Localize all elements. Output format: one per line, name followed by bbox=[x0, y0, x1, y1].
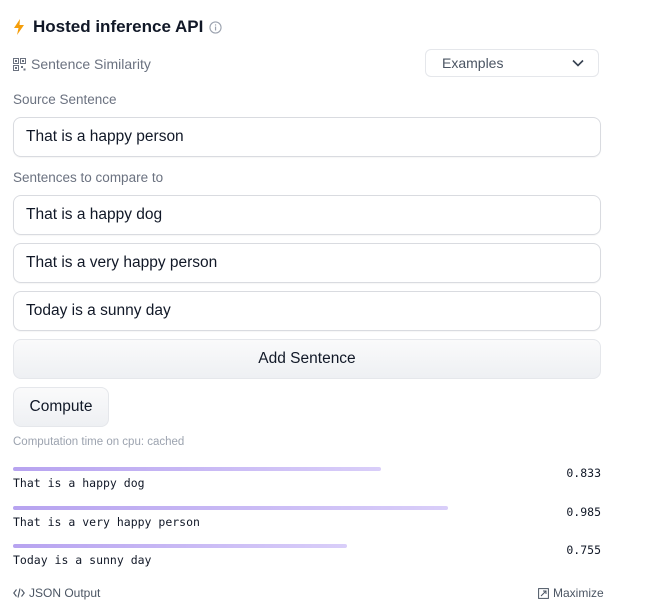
add-sentence-button[interactable]: Add Sentence bbox=[13, 339, 601, 379]
score-bar bbox=[13, 544, 347, 548]
maximize-button[interactable]: Maximize bbox=[538, 586, 604, 600]
result-score: 0.985 bbox=[566, 505, 601, 519]
compute-button[interactable]: Compute bbox=[13, 387, 109, 427]
score-bar bbox=[13, 506, 448, 510]
result-label: That is a happy dog bbox=[13, 476, 145, 490]
result-label: That is a very happy person bbox=[13, 515, 200, 529]
compare-sentence-input-1[interactable]: That is a happy dog bbox=[13, 195, 601, 235]
examples-label: Examples bbox=[442, 55, 504, 71]
result-score: 0.755 bbox=[566, 543, 601, 557]
result-row: That is a happy dog 0.833 bbox=[13, 464, 601, 500]
score-bar bbox=[13, 467, 381, 471]
compare-sentence-input-3[interactable]: Today is a sunny day bbox=[13, 291, 601, 331]
code-icon bbox=[13, 588, 25, 598]
json-output-label: JSON Output bbox=[29, 586, 101, 600]
maximize-label: Maximize bbox=[553, 586, 604, 600]
info-icon[interactable] bbox=[209, 20, 222, 34]
task-label: Sentence Similarity bbox=[31, 56, 151, 72]
result-label: Today is a sunny day bbox=[13, 553, 152, 567]
results-list: That is a happy dog 0.833 That is a very… bbox=[13, 464, 601, 574]
result-row: Today is a sunny day 0.755 bbox=[13, 541, 601, 577]
compare-sentence-value: That is a happy dog bbox=[26, 206, 163, 223]
compare-sentences-label: Sentences to compare to bbox=[13, 170, 164, 185]
widget-header: Hosted inference API bbox=[13, 15, 222, 39]
task-icon bbox=[13, 57, 26, 71]
source-sentence-value: That is a happy person bbox=[26, 128, 184, 145]
result-score: 0.833 bbox=[566, 466, 601, 480]
lightning-icon bbox=[14, 19, 24, 35]
compare-sentence-input-2[interactable]: That is a very happy person bbox=[13, 243, 601, 283]
compare-sentence-value: Today is a sunny day bbox=[26, 302, 171, 319]
computation-time: Computation time on cpu: cached bbox=[13, 436, 185, 448]
widget-title: Hosted inference API bbox=[33, 17, 204, 36]
json-output-link[interactable]: JSON Output bbox=[13, 586, 100, 600]
task-type: Sentence Similarity bbox=[13, 55, 151, 73]
source-sentence-label: Source Sentence bbox=[13, 92, 117, 107]
result-row: That is a very happy person 0.985 bbox=[13, 503, 601, 539]
source-sentence-input[interactable]: That is a happy person bbox=[13, 117, 601, 157]
chevron-down-icon bbox=[572, 59, 584, 67]
compare-sentence-value: That is a very happy person bbox=[26, 254, 218, 271]
examples-dropdown[interactable]: Examples bbox=[425, 49, 599, 77]
maximize-icon bbox=[538, 587, 549, 599]
